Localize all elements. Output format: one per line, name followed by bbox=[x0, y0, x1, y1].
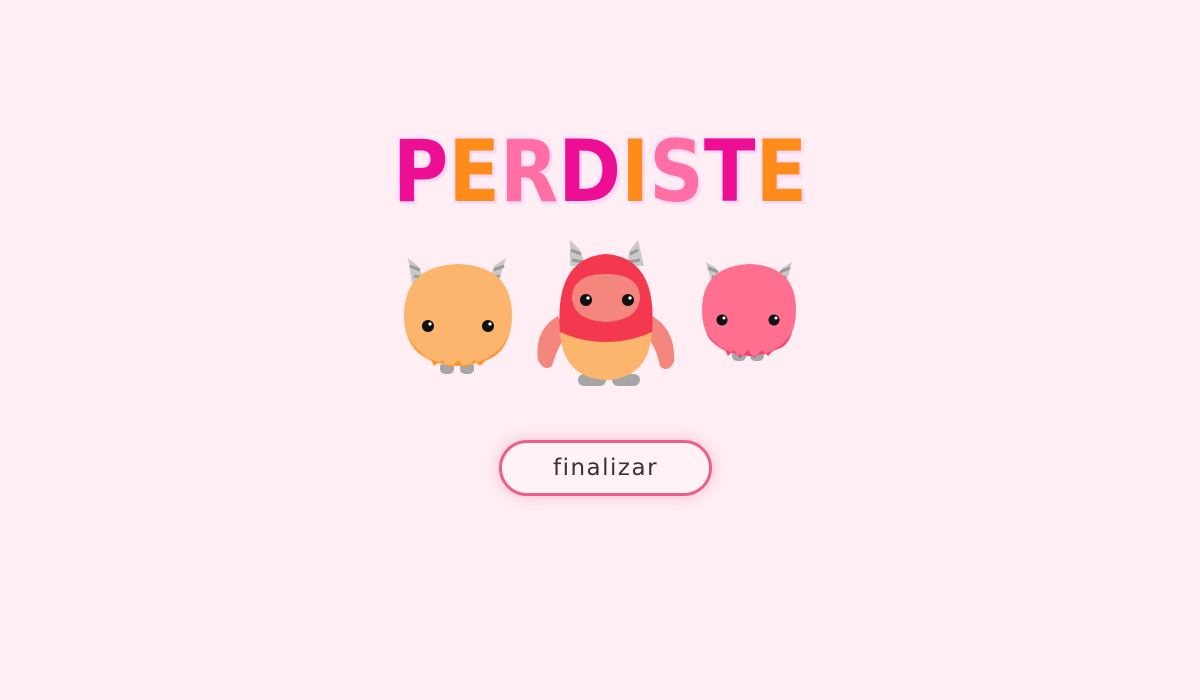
red-monster bbox=[537, 240, 675, 386]
monsters-illustration bbox=[404, 240, 796, 386]
game-over-title: PERDISTE bbox=[72, 122, 1128, 222]
title-letter: E bbox=[755, 122, 808, 222]
title-letter: D bbox=[558, 122, 622, 222]
title-letter: I bbox=[621, 122, 650, 222]
pink-monster bbox=[702, 262, 796, 361]
title-letter: P bbox=[392, 122, 449, 222]
orange-monster bbox=[404, 258, 512, 374]
title-letter: T bbox=[703, 122, 756, 222]
game-over-screen: PERDISTE finalizar bbox=[0, 0, 1200, 700]
title-letter: E bbox=[448, 122, 501, 222]
finish-button[interactable]: finalizar bbox=[499, 440, 712, 496]
title-letter: R bbox=[500, 122, 559, 222]
title-letter: S bbox=[649, 122, 704, 222]
